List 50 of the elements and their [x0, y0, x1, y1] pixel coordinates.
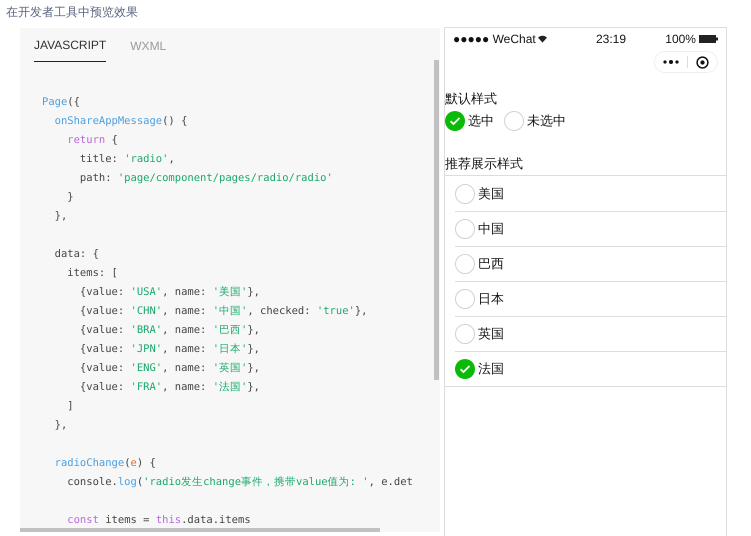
radio-circle-icon[interactable] — [455, 184, 475, 204]
clock: 23:19 — [596, 31, 626, 48]
radio-checked-icon[interactable] — [445, 110, 465, 130]
radio-circle-icon[interactable] — [455, 254, 475, 274]
code-line: items: [ — [66, 266, 118, 281]
battery-label: 100% — [665, 31, 696, 48]
code-line: {value: 'JPN', name: '日本'}, — [78, 342, 260, 357]
country-label[interactable]: 法国 — [478, 359, 504, 379]
code-line: {value: 'FRA', name: '法国'}, — [78, 380, 260, 395]
code-line: Page({ — [42, 95, 80, 110]
vertical-scrollbar[interactable] — [434, 60, 439, 380]
code-line: {value: 'CHN', name: '中国', checked: 'true'}, — [78, 304, 368, 319]
code-line: {value: 'ENG', name: '英国'}, — [78, 361, 260, 376]
horizontal-scrollbar[interactable] — [20, 528, 380, 532]
code-line: data: { — [54, 247, 99, 262]
radio-circle-icon[interactable] — [455, 219, 475, 239]
section-title: 推荐展示样式 — [445, 154, 523, 172]
code-line: } — [66, 190, 74, 205]
country-label[interactable]: 日本 — [478, 289, 504, 309]
radio-label[interactable]: 选中 — [468, 110, 494, 130]
country-label[interactable]: 美国 — [478, 184, 504, 204]
country-label[interactable]: 巴西 — [478, 254, 504, 274]
code-line: title: 'radio', — [78, 152, 175, 167]
radio-circle-icon[interactable] — [455, 289, 475, 309]
code-line: }, — [54, 209, 68, 224]
caption: 在开发者工具中预览效果 — [6, 4, 138, 21]
code-line: radioChange(e) { — [54, 456, 156, 471]
radio-checked-icon[interactable] — [455, 359, 475, 379]
country-label[interactable]: 中国 — [478, 219, 504, 239]
capsule-menu[interactable] — [654, 51, 718, 73]
code-line: onShareAppMessage() { — [54, 114, 188, 129]
battery-icon — [698, 35, 718, 43]
tab[interactable]: JAVASCRIPT — [34, 36, 106, 62]
country-label[interactable]: 英国 — [478, 324, 504, 344]
code-line: const items = this.data.items — [66, 513, 251, 528]
wifi-icon — [538, 35, 547, 43]
code-line: ] — [66, 399, 74, 414]
code-line: {value: 'BRA', name: '巴西'}, — [78, 323, 260, 338]
carrier-label: ●●●●● WeChat — [453, 31, 536, 48]
radio-circle-icon[interactable] — [504, 110, 524, 130]
radio-circle-icon[interactable] — [455, 324, 475, 344]
code-line: }, — [54, 418, 68, 433]
code-line: {value: 'USA', name: '美国'}, — [78, 285, 260, 300]
code-line: path: 'page/component/pages/radio/radio' — [78, 171, 333, 186]
more-icon[interactable] — [663, 60, 679, 64]
code-line: return { — [66, 133, 118, 148]
radio-label[interactable]: 未选中 — [527, 110, 566, 130]
code-line: console.log('radio发生change事件，携带value值为: ', e.det — [66, 475, 413, 490]
target-icon[interactable] — [696, 56, 709, 68]
section-title: 默认样式 — [445, 90, 497, 108]
